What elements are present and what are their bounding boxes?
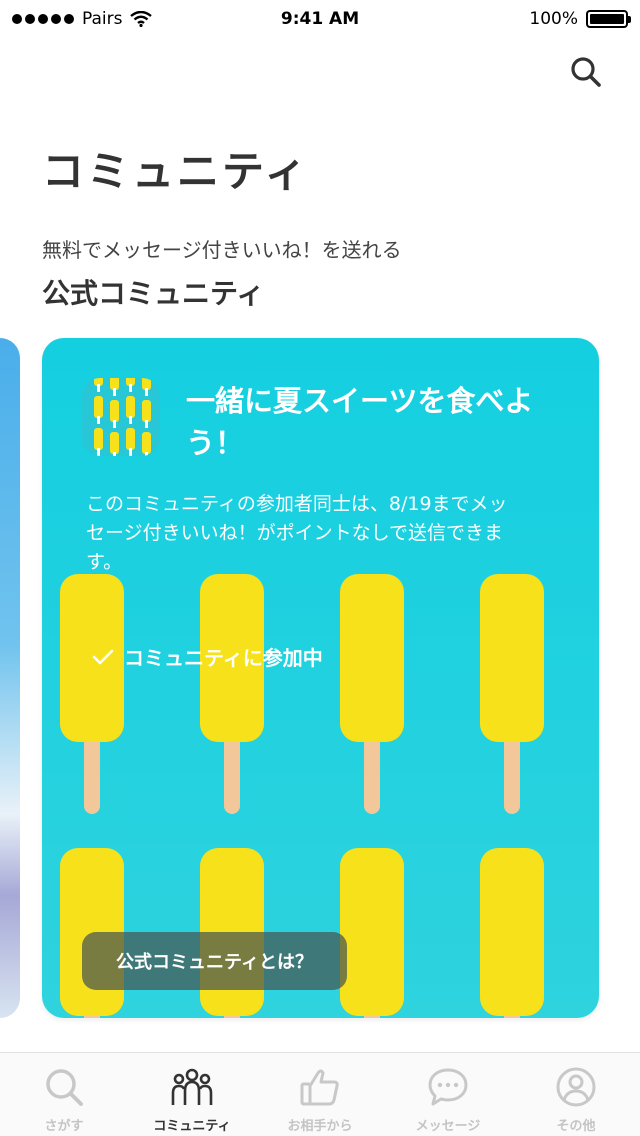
mini-popsicle-stick	[113, 452, 116, 456]
mini-popsicle-stick	[129, 448, 132, 456]
mini-popsicle	[94, 396, 103, 418]
popsicle	[480, 848, 544, 1018]
mini-popsicle	[126, 396, 135, 418]
section-subtitle: 無料でメッセージ付きいいね！を送れる	[42, 238, 402, 262]
mini-popsicle	[126, 428, 135, 450]
community-title: 一緒に夏スイーツを食べよう！	[186, 384, 534, 460]
page-title: コミュニティ	[42, 147, 310, 196]
community-description: このコミュニティの参加者同士は、8/19までメッセージ付きいいね！がポイントなし…	[86, 493, 508, 573]
tab-label: お相手から	[287, 1119, 353, 1134]
profile-icon	[556, 1067, 596, 1107]
status-bar: Pairs 9:41 AM 100%	[0, 0, 640, 40]
tab-likes-received[interactable]: お相手から	[256, 1053, 384, 1136]
mini-popsicle	[142, 432, 151, 454]
mini-popsicle-stick	[145, 388, 148, 396]
popsicle	[340, 848, 404, 1018]
battery-fill	[590, 14, 624, 24]
tab-messages[interactable]: メッセージ	[384, 1053, 512, 1136]
community-icon-image	[82, 378, 160, 456]
chat-bubble-icon	[428, 1068, 468, 1106]
mini-popsicle-stick	[113, 420, 116, 428]
joined-status: コミュニティに参加中	[92, 642, 323, 671]
community-icon-art	[94, 378, 151, 456]
popsicle-body	[480, 848, 544, 1016]
search-icon	[46, 1069, 83, 1106]
tab-bar: さがす コミュニティ お相手から メッセージ その他	[0, 1052, 640, 1136]
mini-popsicle-stick	[129, 416, 132, 424]
about-official-community-button[interactable]: 公式コミュニティとは？	[82, 932, 347, 990]
mini-popsicle	[142, 400, 151, 422]
thumbs-up-icon	[300, 1069, 339, 1106]
search-icon[interactable]	[568, 54, 604, 90]
community-card[interactable]: 一緒に夏スイーツを食べよう！ このコミュニティの参加者同士は、8/19までメッセ…	[42, 338, 599, 1018]
tab-other[interactable]: その他	[512, 1053, 640, 1136]
tab-community[interactable]: コミュニティ	[128, 1053, 256, 1136]
mini-popsicle-stick	[113, 388, 116, 396]
mini-popsicle-stick	[97, 384, 100, 392]
mini-popsicle-stick	[97, 416, 100, 424]
battery-percent: 100%	[529, 9, 578, 29]
tab-label: その他	[556, 1119, 596, 1134]
status-right: 100%	[529, 9, 631, 29]
mini-popsicle-stick	[97, 448, 100, 456]
checkmark-icon	[92, 649, 114, 664]
mini-popsicle	[94, 428, 103, 450]
mini-popsicle	[110, 400, 119, 422]
section-title: 公式コミュニティ	[42, 277, 265, 310]
battery-icon	[586, 10, 631, 28]
mini-popsicle-stick	[129, 384, 132, 392]
tab-label: コミュニティ	[153, 1119, 231, 1134]
mini-popsicle	[110, 432, 119, 454]
popsicle-body	[340, 848, 404, 1016]
tab-label: さがす	[44, 1119, 84, 1134]
mini-popsicle-stick	[145, 420, 148, 428]
tab-search[interactable]: さがす	[0, 1053, 128, 1136]
community-icon	[171, 1068, 213, 1105]
tab-label: メッセージ	[415, 1119, 481, 1134]
previous-community-card[interactable]	[0, 338, 20, 1018]
joined-label: コミュニティに参加中	[124, 646, 323, 670]
